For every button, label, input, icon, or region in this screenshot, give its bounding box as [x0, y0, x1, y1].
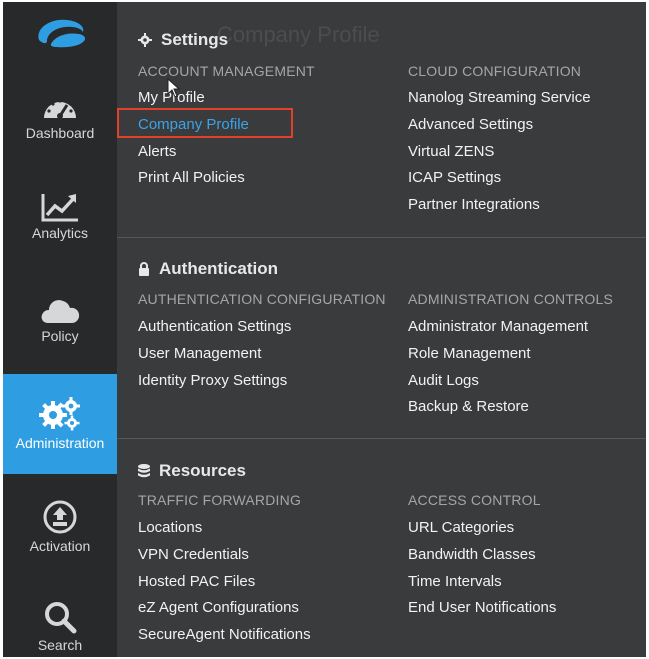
- menu-item-url-categories[interactable]: URL Categories: [408, 519, 514, 536]
- menu-item-bandwidth-classes[interactable]: Bandwidth Classes: [408, 546, 536, 563]
- menu-item-hosted-pac-files[interactable]: Hosted PAC Files: [138, 573, 255, 590]
- gear-icon: [138, 33, 152, 47]
- analytics-chart-icon: [41, 194, 78, 222]
- menu-item-role-management[interactable]: Role Management: [408, 345, 531, 362]
- menu-item-end-user-notifications[interactable]: End User Notifications: [408, 599, 556, 616]
- sidebar-item-label: Analytics: [31, 225, 89, 241]
- sidebar-item-dashboard[interactable]: Dashboard: [3, 94, 117, 141]
- menu-item-partner-integrations[interactable]: Partner Integrations: [408, 196, 540, 213]
- menu-item-identity-proxy-settings[interactable]: Identity Proxy Settings: [138, 372, 287, 389]
- sidebar-item-label: Search: [37, 637, 83, 653]
- selection-highlight-box: [117, 108, 293, 138]
- menu-item-virtual-zens[interactable]: Virtual ZENS: [408, 143, 494, 160]
- background-page-title: Company Profile: [217, 22, 380, 47]
- cloud-configuration-heading: CLOUD CONFIGURATION: [408, 63, 582, 79]
- authentication-configuration-heading: AUTHENTICATION CONFIGURATION: [138, 291, 386, 307]
- mouse-pointer-icon: [167, 78, 181, 98]
- menu-item-secureagent-notifications[interactable]: SecureAgent Notifications: [138, 626, 311, 643]
- sidebar-item-label: Dashboard: [25, 125, 95, 141]
- search-icon: [45, 602, 77, 634]
- app-window: Dashboard Analytics Policy Administratio…: [3, 2, 646, 657]
- sidebar-item-analytics[interactable]: Analytics: [3, 192, 117, 241]
- menu-item-icap-settings[interactable]: ICAP Settings: [408, 169, 501, 186]
- menu-item-advanced-settings[interactable]: Advanced Settings: [408, 116, 533, 133]
- menu-item-ez-agent-configurations[interactable]: eZ Agent Configurations: [138, 599, 299, 616]
- sidebar-item-policy[interactable]: Policy: [3, 295, 117, 344]
- sidebar-item-activation[interactable]: Activation: [3, 499, 117, 554]
- menu-item-backup-restore[interactable]: Backup & Restore: [408, 398, 529, 415]
- administration-controls-heading: ADMINISTRATION CONTROLS: [408, 291, 614, 307]
- sidebar: Dashboard Analytics Policy Administratio…: [3, 2, 117, 657]
- menu-item-alerts[interactable]: Alerts: [138, 143, 176, 160]
- authentication-section-title: Authentication: [138, 259, 278, 279]
- settings-title-label: Settings: [161, 30, 229, 49]
- upload-circle-icon: [43, 500, 77, 534]
- administration-menu-panel: Company Profile Settings ACCOUNT MANAGEM…: [117, 2, 646, 657]
- dashboard-gauge-icon: [44, 99, 76, 119]
- menu-item-audit-logs[interactable]: Audit Logs: [408, 372, 479, 389]
- database-icon: [138, 463, 150, 477]
- menu-item-time-intervals[interactable]: Time Intervals: [408, 573, 502, 590]
- section-divider: [117, 438, 646, 439]
- traffic-forwarding-heading: TRAFFIC FORWARDING: [138, 492, 302, 508]
- menu-item-nanolog-streaming-service[interactable]: Nanolog Streaming Service: [408, 89, 591, 106]
- menu-item-administrator-management[interactable]: Administrator Management: [408, 318, 588, 335]
- zscaler-logo-icon[interactable]: [33, 14, 89, 55]
- sidebar-item-administration[interactable]: Administration: [3, 374, 117, 474]
- account-management-heading: ACCOUNT MANAGEMENT: [138, 63, 315, 79]
- gears-icon: [39, 397, 80, 431]
- menu-item-vpn-credentials[interactable]: VPN Credentials: [138, 546, 249, 563]
- settings-section-title: Settings: [138, 30, 228, 50]
- sidebar-item-label: Activation: [29, 538, 91, 554]
- resources-section-title: Resources: [138, 461, 246, 481]
- lock-icon: [139, 262, 149, 276]
- sidebar-item-label: Policy: [41, 328, 79, 344]
- menu-item-user-management[interactable]: User Management: [138, 345, 261, 362]
- sidebar-item-search[interactable]: Search: [3, 600, 117, 653]
- cloud-icon: [41, 300, 80, 323]
- menu-item-authentication-settings[interactable]: Authentication Settings: [138, 318, 291, 335]
- authentication-title-label: Authentication: [159, 259, 278, 278]
- sidebar-item-label: Administration: [15, 435, 105, 451]
- menu-item-locations[interactable]: Locations: [138, 519, 202, 536]
- section-divider: [117, 237, 646, 238]
- access-control-heading: ACCESS CONTROL: [408, 492, 541, 508]
- resources-title-label: Resources: [159, 461, 246, 480]
- menu-item-print-all-policies[interactable]: Print All Policies: [138, 169, 245, 186]
